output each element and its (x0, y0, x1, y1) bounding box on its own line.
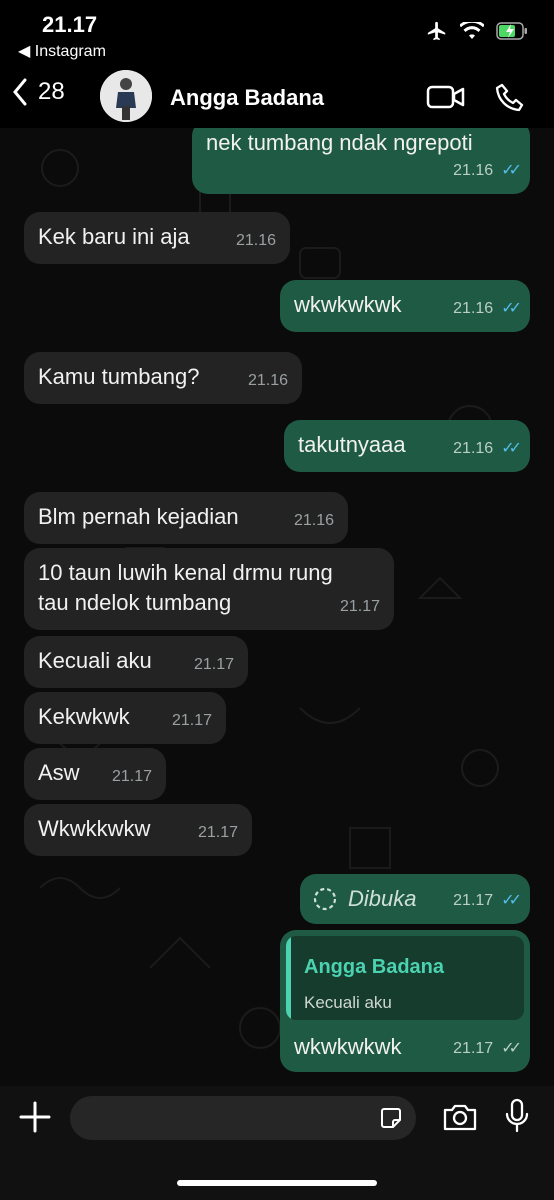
message-meta: 21.17 (172, 706, 212, 736)
unread-count: 28 (38, 78, 65, 105)
message-meta: 21.16 ✓✓ (453, 434, 522, 464)
message-text: Kamu tumbang? (38, 364, 200, 389)
message-meta: 21.17 (198, 818, 238, 848)
message-text: nek tumbang ndak ngrepoti (206, 130, 473, 155)
message-time: 21.17 (171, 712, 212, 729)
view-once-label: Dibuka (348, 886, 417, 911)
message-time: 21.17 (453, 1040, 494, 1057)
chevron-left-icon (13, 78, 27, 106)
sticker-icon[interactable] (378, 1105, 404, 1131)
message-meta: 21.16 ✓✓ (453, 156, 522, 186)
message-time: 21.16 (247, 372, 288, 389)
message-bubble-incoming[interactable]: Asw 21.17 (24, 748, 166, 800)
message-meta: 21.16 (294, 506, 334, 536)
avatar-person-icon (100, 70, 152, 122)
quote-accent-bar (286, 936, 291, 1020)
message-time: 21.17 (339, 598, 380, 615)
back-app-arrow-icon: ◀ (18, 43, 35, 60)
message-text: Asw (38, 760, 80, 785)
message-time: 21.16 (453, 162, 494, 179)
back-app-label: Instagram (34, 43, 106, 60)
wifi-icon (460, 22, 484, 39)
back-button[interactable]: 28 (12, 78, 65, 106)
home-indicator (177, 1180, 377, 1186)
quoted-message[interactable]: Angga Badana Kecuali aku (286, 936, 524, 1020)
message-text: Kecuali aku (38, 648, 152, 673)
message-bubble-outgoing-reply[interactable]: Angga Badana Kecuali aku wkwkwkwk 21.17 ✓… (280, 930, 530, 1072)
message-meta: 21.17 ✓✓ (453, 886, 522, 916)
message-time: 21.17 (453, 892, 494, 909)
read-double-check-icon: ✓✓ (501, 300, 522, 317)
message-text: Wkwkkwkw (38, 816, 151, 841)
message-input[interactable] (70, 1096, 416, 1140)
message-time: 21.17 (111, 768, 152, 785)
message-text: Kekwkwk (38, 704, 130, 729)
message-meta: 21.17 (194, 650, 234, 680)
read-double-check-icon: ✓✓ (501, 440, 522, 457)
chat-area[interactable]: nek tumbang ndak ngrepoti 21.16 ✓✓ Kek ba… (0, 128, 554, 1086)
message-text: wkwkwkwk (294, 1034, 402, 1059)
quoted-sender: Angga Badana (304, 956, 445, 978)
message-bubble-incoming[interactable]: Wkwkkwkw 21.17 (24, 804, 252, 856)
message-time: 21.17 (197, 824, 238, 841)
message-meta: 21.16 (248, 366, 288, 396)
attach-plus-button[interactable] (18, 1100, 52, 1140)
message-text-line: 10 taun luwih kenal drmu rung (38, 560, 333, 585)
message-time: 21.17 (193, 656, 234, 673)
status-bar: 21.17 ◀ Instagram (0, 0, 554, 70)
read-double-check-icon: ✓✓ (501, 162, 522, 179)
message-time: 21.16 (293, 512, 334, 529)
message-bubble-outgoing[interactable]: nek tumbang ndak ngrepoti 21.16 ✓✓ (192, 128, 530, 194)
message-bubble-incoming[interactable]: Kek baru ini aja 21.16 (24, 212, 290, 264)
message-bubble-incoming[interactable]: Blm pernah kejadian 21.16 (24, 492, 348, 544)
message-bubble-incoming[interactable]: Kamu tumbang? 21.16 (24, 352, 302, 404)
airplane-mode-icon (427, 21, 446, 41)
camera-icon[interactable] (442, 1102, 478, 1132)
quoted-text: Kecuali aku (304, 993, 392, 1012)
chat-header: 28 Angga Badana (0, 70, 554, 128)
message-text-line: tau ndelok tumbang (38, 590, 232, 615)
message-time: 21.16 (235, 232, 276, 249)
message-time: 21.16 (453, 300, 494, 317)
message-meta: 21.16 (236, 226, 276, 256)
read-double-check-icon: ✓✓ (501, 892, 522, 909)
microphone-icon[interactable] (504, 1098, 530, 1134)
message-bubble-outgoing[interactable]: wkwkwkwk 21.16 ✓✓ (280, 280, 530, 332)
back-to-app-link[interactable]: ◀ Instagram (18, 41, 106, 61)
video-call-icon[interactable] (426, 82, 466, 112)
message-text: Blm pernah kejadian (38, 504, 239, 529)
message-meta: 21.17 (112, 762, 152, 792)
delivered-double-check-icon: ✓✓ (501, 1040, 522, 1057)
battery-charging-icon (496, 22, 527, 40)
message-bubble-incoming[interactable]: Kekwkwk 21.17 (24, 692, 226, 744)
contact-name[interactable]: Angga Badana (170, 85, 324, 111)
avatar[interactable] (100, 70, 152, 122)
status-time: 21.17 (42, 12, 98, 37)
status-icons (426, 20, 528, 42)
view-once-icon (313, 887, 337, 911)
plus-icon (19, 1101, 51, 1133)
message-text: takutnyaaa (298, 432, 406, 457)
message-meta: 21.16 ✓✓ (453, 294, 522, 324)
phone-call-icon[interactable] (494, 82, 526, 114)
message-bubble-incoming[interactable]: Kecuali aku 21.17 (24, 636, 248, 688)
message-meta: 21.17 (340, 592, 380, 622)
message-text: Kek baru ini aja (38, 224, 190, 249)
message-text: wkwkwkwk (294, 292, 402, 317)
message-time: 21.16 (453, 440, 494, 457)
message-bubble-outgoing[interactable]: takutnyaaa 21.16 ✓✓ (284, 420, 530, 472)
message-meta: 21.17 ✓✓ (453, 1034, 522, 1064)
view-once-opened-bubble[interactable]: Dibuka 21.17 ✓✓ (300, 874, 530, 924)
message-bubble-incoming[interactable]: 10 taun luwih kenal drmu rung tau ndelok… (24, 548, 394, 630)
